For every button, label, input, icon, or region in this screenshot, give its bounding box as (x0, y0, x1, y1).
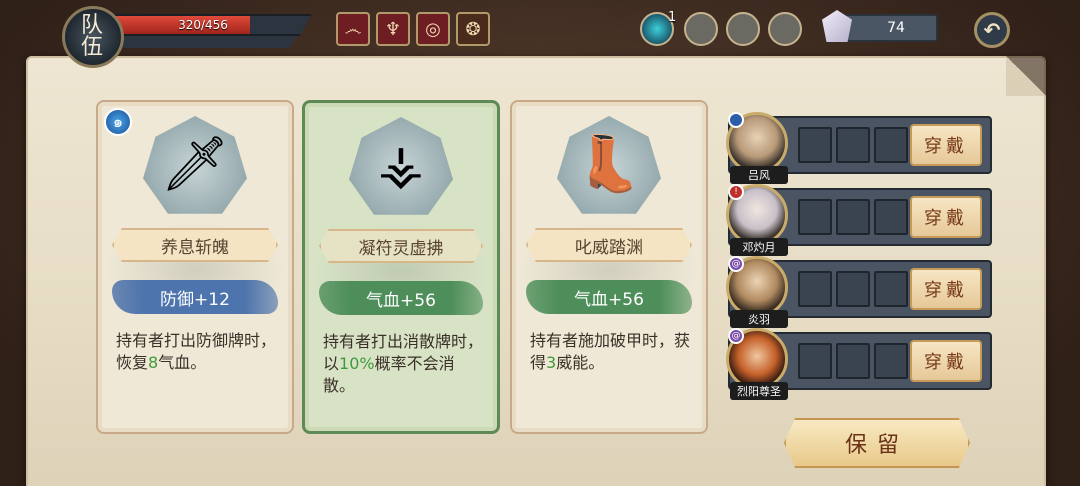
gear-slot[interactable] (798, 343, 832, 379)
team-button[interactable]: 队 伍 (62, 6, 124, 68)
character-name: 炎羽 (730, 310, 788, 328)
sword-icon: 🗡 (160, 132, 230, 195)
water-element-icon (728, 112, 744, 128)
item-stat: 防御+12 (112, 280, 278, 314)
character-name: 吕风 (730, 166, 788, 184)
hp-bar: 320/456 (108, 14, 312, 36)
spiral-relic-icon[interactable]: ◎ (416, 12, 450, 46)
equip-button[interactable]: 穿戴 (910, 268, 982, 310)
keep-button[interactable]: 保留 (784, 418, 970, 468)
item-frame: 🗡 (143, 116, 247, 214)
empty-gem-slot[interactable] (684, 12, 718, 46)
gear-slot[interactable] (874, 271, 908, 307)
item-stat: 气血+56 (319, 281, 483, 315)
equip-button[interactable]: 穿戴 (910, 196, 982, 238)
crystal-count: 74 (887, 20, 905, 36)
gear-slot[interactable] (798, 127, 832, 163)
team-label-bottom: 伍 (80, 35, 105, 60)
swirl-relic-icon[interactable]: ෴ (336, 12, 370, 46)
gear-slot[interactable] (836, 199, 870, 235)
gear-slot[interactable] (874, 343, 908, 379)
team-label-top: 队 (80, 13, 105, 38)
character-name: 烈阳尊圣 (730, 382, 788, 400)
gem-count: 1 (668, 10, 677, 25)
gear-slot[interactable] (798, 199, 832, 235)
back-button[interactable]: ↶ (974, 12, 1010, 48)
gear-slot[interactable] (836, 343, 870, 379)
character-row: 吕风 穿戴 (726, 112, 992, 184)
hp-bar-shadow (108, 36, 298, 48)
boots-icon: 👢 (575, 132, 643, 195)
item-name: 凝符灵虚拂 (319, 229, 483, 263)
empty-gem-slot[interactable] (726, 12, 760, 46)
equipment-card[interactable]: 👢 叱威踏渊 气血+56 持有者施加破甲时，获得3威能。 (510, 100, 708, 434)
character-row: ! 邓灼月 穿戴 (726, 184, 992, 256)
item-stat: 气血+56 (526, 280, 692, 314)
character-name: 邓灼月 (730, 238, 788, 256)
gear-slot[interactable] (874, 199, 908, 235)
gourd-relic-icon[interactable]: ❂ (456, 12, 490, 46)
gear-slot[interactable] (836, 127, 870, 163)
gear-slot[interactable] (836, 271, 870, 307)
item-frame: ⚶ (349, 117, 453, 215)
item-name: 养息斩魄 (112, 228, 278, 262)
item-name: 叱威踏渊 (526, 228, 692, 262)
item-description: 持有者打出防御牌时，恢复8气血。 (116, 331, 277, 372)
fire-element-icon: ! (728, 184, 744, 200)
gear-slot[interactable] (874, 127, 908, 163)
whisk-icon: ⚶ (378, 133, 424, 196)
equipment-card[interactable]: ๑ 🗡 养息斩魄 防御+12 持有者打出防御牌时，恢复8气血。 (96, 100, 294, 434)
dragon-relic-icon[interactable]: ♆ (376, 12, 410, 46)
hp-text: 320/456 (178, 18, 228, 32)
equip-button[interactable]: 穿戴 (910, 124, 982, 166)
item-description: 持有者施加破甲时，获得3威能。 (530, 331, 691, 372)
item-frame: 👢 (557, 116, 661, 214)
character-row: @ 炎羽 穿戴 (726, 256, 992, 328)
spiral-element-icon: @ (728, 256, 744, 272)
item-description: 持有者打出消散牌时，以10%概率不会消散。 (323, 332, 484, 395)
spiral-element-icon: @ (728, 328, 744, 344)
water-element-icon: ๑ (104, 108, 132, 136)
return-arrow-icon: ↶ (983, 18, 1001, 42)
equipment-card-selected[interactable]: ⚶ 凝符灵虚拂 气血+56 持有者打出消散牌时，以10%概率不会消散。 (302, 100, 500, 434)
equip-button[interactable]: 穿戴 (910, 340, 982, 382)
character-row: @ 烈阳尊圣 穿戴 (726, 328, 992, 400)
gear-slot[interactable] (798, 271, 832, 307)
empty-gem-slot[interactable] (768, 12, 802, 46)
